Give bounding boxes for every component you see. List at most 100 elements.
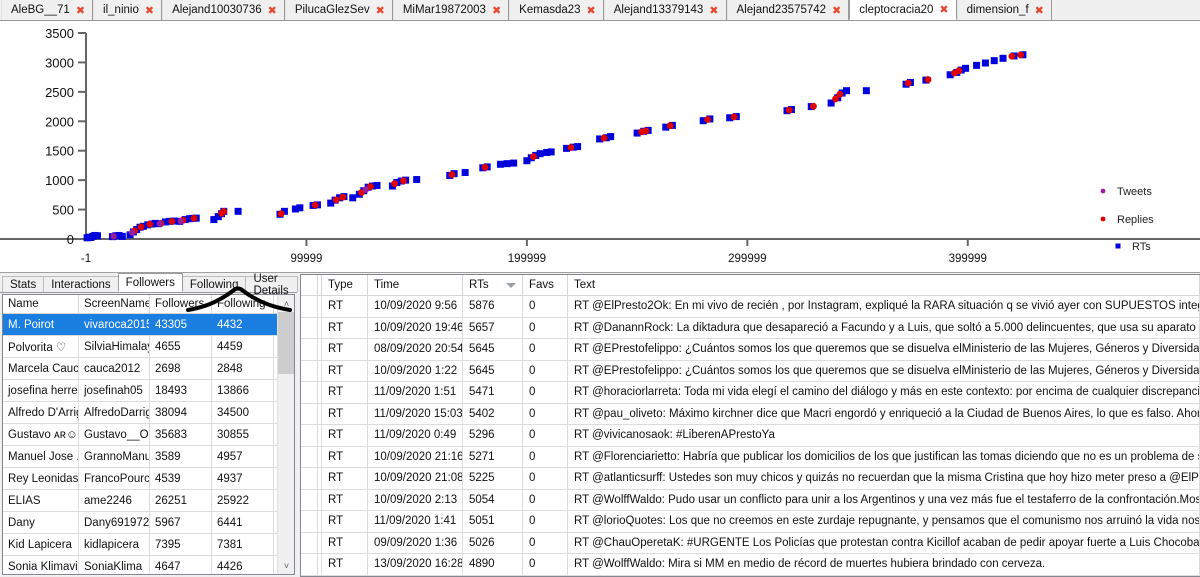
row-indicator[interactable] (301, 511, 318, 532)
row-indicator[interactable] (301, 532, 318, 553)
table-row[interactable]: RT 13/09/2020 16:28 4890 0 RT @WolffWaldo: M… (301, 554, 1200, 576)
row-indicator[interactable] (301, 317, 318, 338)
table-row[interactable]: RT 10/09/2020 21:08 5225 0 RT @atlanticsurff… (301, 468, 1200, 490)
row-indicator[interactable] (301, 489, 318, 510)
column-header-favs[interactable]: Favs (523, 275, 568, 295)
table-row[interactable]: RT 10/09/2020 21:16 5271 0 RT @Florenciariet… (301, 446, 1200, 468)
detail-tab-strip: Stats Interactions Followers Following User … (0, 273, 298, 297)
cell-type: RT (322, 360, 368, 381)
account-tab-alejand23575742[interactable]: Alejand23575742 ✖ (726, 0, 850, 20)
table-row[interactable]: RT 11/09/2020 15:03 5402 0 RT @pau_oliveto: … (301, 403, 1200, 425)
cell-rts: 5296 (463, 425, 523, 446)
account-tab-kemasda23[interactable]: Kemasda23 ✖ (509, 0, 604, 20)
tab-following[interactable]: Following (181, 276, 247, 292)
table-row[interactable]: RT 10/09/2020 19:46 5657 0 RT @DanannRock: L… (301, 317, 1200, 339)
x-axis-tick-label: 199999 (508, 253, 546, 265)
sort-descending-icon (506, 282, 516, 288)
account-tab-mimar19872003[interactable]: MiMar19872003 ✖ (392, 0, 510, 20)
close-icon[interactable]: ✖ (587, 5, 596, 16)
series-replies (131, 51, 1025, 235)
account-tab-alejand13379143[interactable]: Alejand13379143 ✖ (603, 0, 727, 20)
tab-stats[interactable]: Stats (2, 276, 45, 292)
account-tab-il-ninio[interactable]: il_ninio ✖ (93, 0, 163, 20)
table-row[interactable]: Gustavo ᴀʀ☺..Gustavo__Ol...3568330855 (3, 424, 294, 446)
cell-text: RT @pau_oliveto: Máximo kirchner dice qu… (568, 403, 1200, 424)
close-icon[interactable]: ✖ (939, 4, 948, 15)
application-window: AleBG__71 ✖ il_ninio ✖ Alejand10030736 ✖ Piluc… (0, 0, 1200, 577)
table-row[interactable]: Alfredo D'ArrigoAlfredoDarrigo3809434500 (3, 402, 294, 424)
legend-label: RTs (1132, 241, 1151, 253)
cell-favs: 0 (523, 360, 568, 381)
cell-time: 11/09/2020 1:41 (368, 511, 463, 532)
table-row[interactable]: Manuel Jose ...GrannoManuel35894957 (3, 446, 294, 468)
table-row[interactable]: Dany Dany691972 5967 6441 (3, 512, 294, 534)
close-icon[interactable]: ✖ (832, 5, 841, 16)
table-row[interactable]: M. Poirot vivaroca2015 43305 4432 (3, 314, 294, 336)
table-row[interactable]: RT 11/09/2020 1:51 5471 0 RT @horaciorlarret… (301, 382, 1200, 404)
cell-favs: 0 (523, 425, 568, 446)
table-row[interactable]: ELIAS ame2246 26251 25922 (3, 490, 294, 512)
scroll-down-arrow-icon[interactable]: ˅ (278, 557, 294, 574)
tab-interactions[interactable]: Interactions (43, 276, 119, 292)
account-tab-label: Alejand13379143 (613, 4, 704, 16)
scroll-up-arrow-icon[interactable]: ˄ (278, 295, 294, 312)
table-row[interactable]: RT 10/09/2020 2:13 5054 0 RT @WolffWaldo: Pu… (301, 489, 1200, 511)
close-icon[interactable]: ✖ (376, 5, 385, 16)
table-row[interactable]: Sonia Klimavi...SoniaKlima46474426 (3, 556, 294, 574)
column-header-name[interactable]: Name (3, 295, 79, 313)
row-indicator[interactable] (301, 296, 318, 317)
column-header-time[interactable]: Time (368, 275, 463, 295)
row-indicator[interactable] (301, 425, 318, 446)
row-indicator[interactable] (301, 339, 318, 360)
table-row[interactable]: RT 10/09/2020 9:56 5876 0 RT @ElPresto2Ok: E… (301, 296, 1200, 318)
row-indicator[interactable] (301, 554, 318, 575)
row-indicator[interactable] (301, 360, 318, 381)
followers-grid[interactable]: Name ScreenName Followers Following M. P… (2, 294, 295, 575)
table-row[interactable]: RT 08/09/2020 20:54 5645 0 RT @EPrestofelipp… (301, 339, 1200, 361)
tab-followers[interactable]: Followers (117, 273, 183, 292)
table-row[interactable]: Marcela Cauca cauca2012 2698 2848 (3, 358, 294, 380)
row-indicator[interactable] (301, 403, 318, 424)
row-indicator[interactable] (301, 382, 318, 403)
table-row[interactable]: RT 10/09/2020 1:22 5645 0 RT @EPrestofelippo… (301, 360, 1200, 382)
column-header-rts-label: RTs (469, 279, 489, 291)
close-icon[interactable]: ✖ (76, 5, 85, 16)
column-header-following[interactable]: Following (212, 295, 274, 313)
tab-user-details[interactable]: User Details (245, 273, 298, 297)
close-icon[interactable]: ✖ (1035, 5, 1044, 16)
table-row[interactable]: RT 11/09/2020 0:49 5296 0 RT @vivicanosaok: … (301, 425, 1200, 447)
table-row[interactable]: RT 11/09/2020 1:41 5051 0 RT @lorioQuotes: L… (301, 511, 1200, 533)
column-header-text[interactable]: Text (568, 275, 1200, 295)
table-row[interactable]: RT 09/09/2020 1:36 5026 0 RT @ChauOperetaK: … (301, 532, 1200, 554)
scrollbar-thumb[interactable] (278, 312, 294, 374)
account-tab-alejand10030736[interactable]: Alejand10030736 ✖ (162, 0, 285, 20)
account-tab-cleptocracia20[interactable]: cleptocracia20 ✖ (849, 0, 957, 20)
cell-followers: 3589 (150, 446, 212, 467)
table-row[interactable]: Polvorita ♡SilviaHimalaya46554459 (3, 336, 294, 358)
cell-name: josefina herrera (3, 380, 79, 401)
account-tab-dimension-f[interactable]: dimension_f ✖ (956, 0, 1052, 20)
row-indicator[interactable] (301, 446, 318, 467)
column-header-type[interactable]: Type (322, 275, 368, 295)
account-tab-pilucaglezsev[interactable]: PilucaGlezSev ✖ (284, 0, 393, 20)
followers-grid-scrollbar[interactable]: ˄ ˅ (277, 295, 294, 574)
cell-rts: 5645 (463, 339, 523, 360)
table-row[interactable]: Rey LeonidasFrancoPourcel45394937 (3, 468, 294, 490)
cell-followers: 26251 (150, 490, 212, 511)
row-indicator[interactable] (301, 468, 318, 489)
tweets-grid[interactable]: Type Time RTs Favs Text RT 10/09/2020 9:5… (300, 274, 1200, 577)
column-header-screenname[interactable]: ScreenName (79, 295, 150, 313)
account-tab-alebg-71[interactable]: AleBG__71 ✖ (1, 0, 94, 20)
close-icon[interactable]: ✖ (709, 5, 718, 16)
cell-name: Marcela Cauca (3, 358, 79, 379)
column-header-followers[interactable]: Followers (150, 295, 212, 313)
table-row[interactable]: Kid Lapicera kidlapicera 7395 7381 (3, 534, 294, 556)
y-axis-tick-label: 500 (52, 203, 74, 218)
column-header-rts[interactable]: RTs (463, 275, 523, 295)
close-icon[interactable]: ✖ (492, 5, 501, 16)
cell-name: Polvorita ♡ (3, 336, 79, 357)
close-icon[interactable]: ✖ (145, 5, 154, 16)
cell-following: 6441 (212, 512, 274, 533)
table-row[interactable]: josefina herrerajosefinah051849313866 (3, 380, 294, 402)
close-icon[interactable]: ✖ (268, 5, 277, 16)
